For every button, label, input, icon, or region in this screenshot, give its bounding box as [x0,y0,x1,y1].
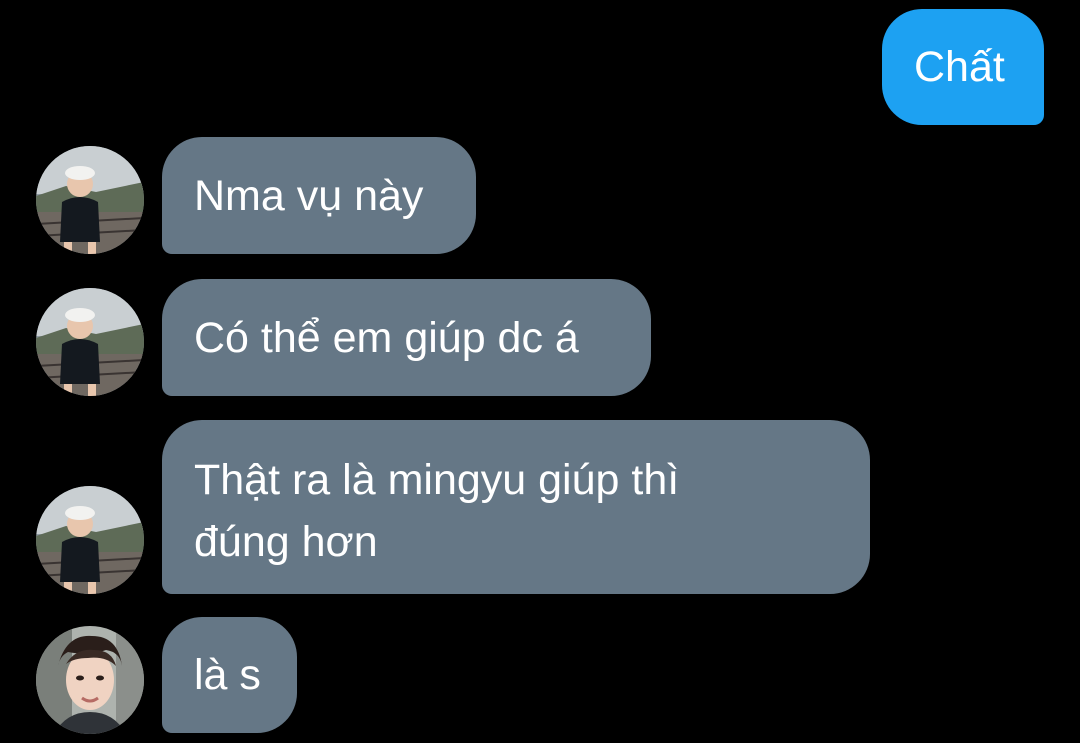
incoming-message-bubble[interactable]: Có thể em giúp dc á [162,279,651,396]
child-photo-avatar[interactable] [36,288,144,396]
message-text: Chất [914,43,1005,91]
message-text: Có thể em giúp dc á [194,313,579,362]
chat-thread: Chất Nma vụ này Có thể em giúp dc á Thật… [0,0,1080,743]
child-photo-avatar[interactable] [36,486,144,594]
message-text-line: Thật ra là mingyu giúp thì [194,456,680,504]
man-photo-avatar[interactable] [36,626,144,734]
message-text: là s [194,651,261,699]
incoming-message-bubble[interactable]: Thật ra là mingyu giúp thì đúng hơn [162,420,870,594]
message-text-line: đúng hơn [194,518,378,566]
incoming-message-bubble[interactable]: Nma vụ này [162,137,476,254]
outgoing-message-bubble[interactable]: Chất [882,9,1044,125]
message-text: Nma vụ này [194,171,424,220]
child-photo-avatar[interactable] [36,146,144,254]
incoming-message-bubble[interactable]: là s [162,617,297,733]
